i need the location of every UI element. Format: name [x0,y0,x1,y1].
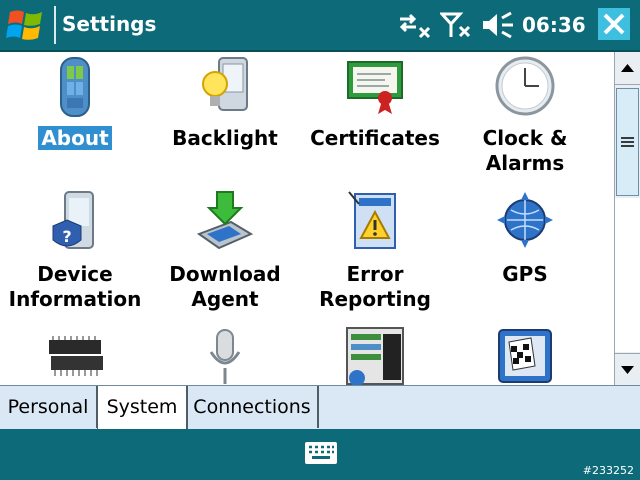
vertical-scrollbar[interactable] [614,52,640,386]
corner-id: #233252 [582,464,634,477]
certificate-icon [347,61,403,114]
tab-connections[interactable]: Connections [187,386,319,428]
clock-icon [495,56,555,116]
error-reporting-item[interactable]: Error Reporting [300,190,450,320]
tab-personal[interactable]: Personal [0,386,98,428]
screen-item[interactable] [450,326,600,385]
page-title: Settings [62,12,157,36]
about-device-icon [60,57,90,117]
gps-item[interactable]: GPS [450,190,600,320]
scroll-track[interactable] [615,198,640,352]
screen-flag-icon [498,329,552,383]
remove-programs-item[interactable] [300,326,450,385]
gps-label: GPS [502,262,548,286]
tab-bar: Personal System Connections [0,385,640,430]
error-reporting-icon [348,191,396,249]
tab-system[interactable]: System [97,386,188,430]
backlight-bulb-icon [202,57,248,111]
svg-text:?: ? [62,227,71,246]
clock-time: 06:36 [522,13,586,37]
download-agent-icon [196,191,254,250]
device-information-label: Device Information [8,262,142,311]
scroll-thumb[interactable] [616,88,639,196]
connectivity-off-icon[interactable] [396,10,432,40]
memory-chip-icon [49,336,103,376]
download-agent-item[interactable]: Download Agent [150,190,300,320]
scroll-up-arrow-icon [621,64,634,72]
bottom-bar: #233252 [0,429,640,480]
download-agent-label: Download Agent [169,262,281,311]
settings-grid: About Backlight Certificates Clock & Ala… [0,52,614,385]
certificates-item[interactable]: Certificates [300,54,450,184]
about-label: About [0,126,150,151]
remove-programs-icon [346,327,404,385]
device-info-icon: ? [52,191,94,249]
microphone-item[interactable] [150,326,300,385]
backlight-label: Backlight [172,126,278,150]
volume-mute-icon[interactable] [480,10,516,40]
error-reporting-label: Error Reporting [319,262,431,311]
memory-item[interactable] [0,326,150,385]
title-divider [54,6,56,44]
signal-off-icon[interactable] [440,10,474,40]
grip-icon [621,137,634,147]
clock-alarms-item[interactable]: Clock & Alarms [450,54,600,184]
scroll-down-button[interactable] [615,353,640,386]
scroll-up-button[interactable] [615,52,640,85]
clock-alarms-label: Clock & Alarms [482,126,568,175]
scroll-down-arrow-icon [621,366,634,374]
title-bar: Settings 06:36 [0,0,640,52]
about-item[interactable]: About [0,54,150,184]
microphone-icon [209,329,241,384]
device-information-item[interactable]: ? Device Information [0,190,150,320]
backlight-item[interactable]: Backlight [150,54,300,184]
keyboard-icon[interactable] [304,441,338,465]
close-icon[interactable] [598,8,630,40]
windows-start-icon[interactable] [4,6,48,44]
certificates-label: Certificates [310,126,440,150]
gps-globe-icon [497,192,553,248]
